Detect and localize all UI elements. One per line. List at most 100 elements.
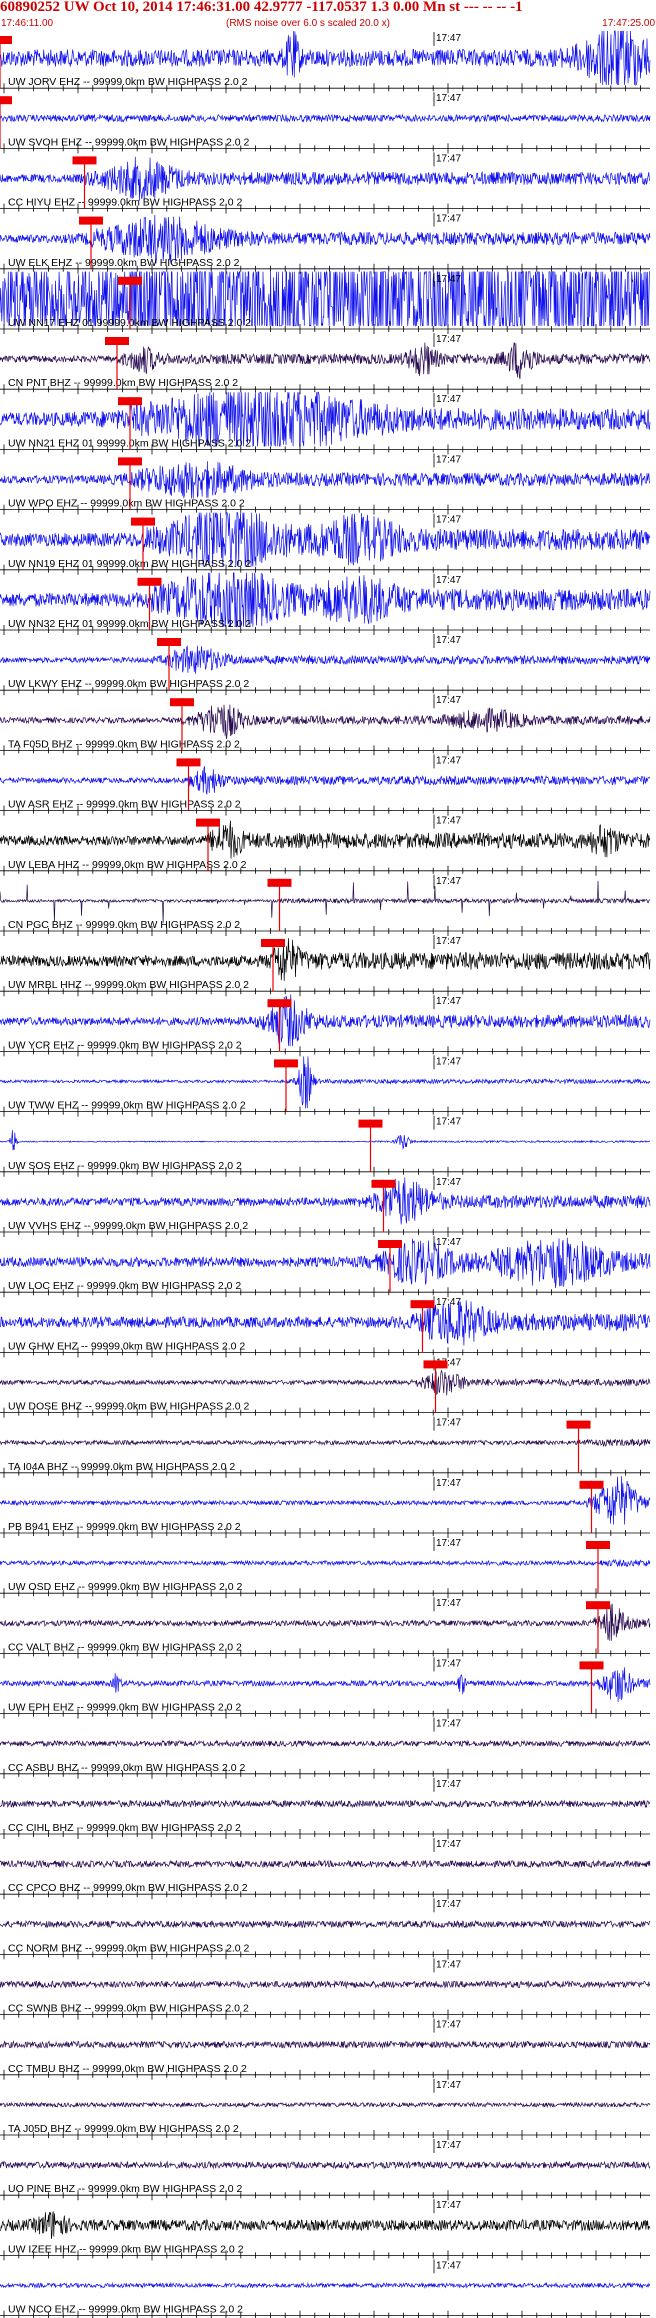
station-label: UW LEBA HHZ -- 99999.0km BW HIGHPASS 2.0… (8, 859, 247, 871)
minute-label: 17:47 (436, 1598, 461, 1609)
station-label: CC CPCO BHZ -- 99999.0km BW HIGHPASS 2.0… (8, 1882, 248, 1894)
trace-row: 17:47 TA J05D BHZ -- 99999.0km BW HIGHPAS… (0, 2078, 651, 2140)
waveform (0, 156, 651, 201)
waveform (0, 880, 651, 924)
waveform (0, 113, 651, 123)
trace-row: 17:47 UW JORV EHZ -- 99999.0km BW HIGHPAS… (0, 30, 651, 94)
pick-marker (586, 1601, 610, 1610)
station-label: UW YCR EHZ -- 99999.0km BW HIGHPASS 2.0 … (8, 1039, 242, 1051)
pick-marker (566, 1420, 591, 1429)
minute-label: 17:47 (436, 1658, 461, 1669)
waveform (0, 1300, 651, 1346)
waveform (0, 2160, 651, 2170)
minute-label: 17:47 (436, 214, 461, 225)
trace-row: 17:47 TA F05D BHZ -- 99999.0km BW HIGHPAS… (0, 694, 651, 756)
trace-row: 17:47 UW SVOH EHZ -- 99999.0km BW HIGHPAS… (0, 92, 651, 154)
waveform (0, 1438, 651, 1447)
waveform (0, 1177, 651, 1225)
station-label: UW VVHS EHZ -- 99999.0km BW HIGHPASS 2.0… (8, 1220, 248, 1232)
station-label: CN PNT BHZ -- 99999.0km BW HIGHPASS 2.0 … (8, 377, 238, 389)
waveform (0, 766, 651, 795)
trace-row: 17:47 CN PGC BHZ -- 99999.0km BW HIGHPASS… (0, 874, 651, 936)
minute-label: 17:47 (436, 996, 461, 1007)
waveform (0, 1799, 651, 1809)
pick-marker (0, 36, 12, 44)
minute-label: 17:47 (436, 816, 461, 827)
minute-label: 17:47 (436, 755, 461, 766)
station-label: UW LKWY EHZ -- 99999.0km BW HIGHPASS 2.0… (8, 678, 249, 690)
minute-label: 17:47 (436, 1779, 461, 1790)
minute-label: 17:47 (436, 1959, 461, 1970)
trace-row: 17:47 UW ASR EHZ -- 99999.0km BW HIGHPASS… (0, 754, 651, 816)
trace-row: 17:47 UW NCO EHZ -- 99999.0km BW HIGHPASS… (0, 2259, 651, 2318)
pick-marker (358, 1119, 383, 1128)
station-label: CC NORM BHZ -- 99999.0km BW HIGHPASS 2.0… (8, 1942, 250, 1954)
trace-row: 17:47 UW VVHS EHZ -- 99999.0km BW HIGHPAS… (0, 1175, 651, 1237)
waveform (0, 938, 651, 981)
waveform (0, 1130, 651, 1151)
station-label: TA J05D BHZ -- 99999.0km BW HIGHPASS 2.0… (8, 2123, 239, 2135)
minute-label: 17:47 (436, 93, 461, 104)
pick-marker (196, 818, 220, 827)
pick-marker (423, 1360, 448, 1369)
pick-marker (0, 96, 12, 105)
station-label: CC CIHL BHZ -- 99999.0km BW HIGHPASS 2.0… (8, 1822, 241, 1834)
minute-label: 17:47 (436, 1297, 461, 1308)
station-label: UW SOS EHZ -- 99999.0km BW HIGHPASS 2.0 … (8, 1160, 242, 1172)
station-label: CC TMBU BHZ -- 99999.0km BW HIGHPASS 2.0… (8, 2063, 247, 2075)
minute-label: 17:47 (436, 2020, 461, 2031)
pick-marker (371, 1179, 396, 1188)
minute-label: 17:47 (436, 394, 461, 405)
pick-marker (170, 698, 194, 707)
trace-row: 17:47 CN PNT BHZ -- 99999.0km BW HIGHPASS… (0, 333, 651, 395)
pick-marker (118, 276, 142, 285)
pick-marker (118, 397, 142, 406)
trace-row: 17:47 UW GHW EHZ -- 99999.0km BW HIGHPASS… (0, 1296, 651, 1358)
minute-label: 17:47 (436, 1839, 461, 1850)
minute-label: 17:47 (436, 2080, 461, 2091)
pick-marker (105, 337, 129, 345)
end-time: 17:47:25.00 (602, 18, 655, 29)
station-label: UW GHW EHZ -- 99999.0km BW HIGHPASS 2.0 … (8, 1340, 245, 1352)
station-label: UW IZEE HHZ -- 99999.0km BW HIGHPASS 2.0… (8, 2243, 244, 2255)
waveform (0, 2040, 651, 2050)
minute-label: 17:47 (436, 33, 461, 44)
waveform (0, 1369, 651, 1396)
minute-label: 17:47 (436, 876, 461, 887)
trace-row: 17:47 TA I04A BHZ -- 99999.0km BW HIGHPAS… (0, 1416, 651, 1478)
pick-marker (586, 1541, 610, 1549)
trace-row: 17:47 UW MRBL HHZ -- 99999.0km BW HIGHPAS… (0, 935, 651, 997)
station-label: PB B941 EHZ -- 99999.0km BW HIGHPASS 2.0… (8, 1521, 241, 1533)
pick-marker (410, 1300, 435, 1309)
rms-note: (RMS noise over 6.0 s scaled 20.0 x) (226, 18, 390, 29)
station-label: UW DOSE BHZ -- 99999.0km BW HIGHPASS 2.0… (8, 1401, 250, 1413)
station-label: UW JORV EHZ -- 99999.0km BW HIGHPASS 2.0… (8, 76, 248, 88)
waveform (0, 1739, 651, 1748)
pick-marker (137, 577, 162, 586)
trace-row: 17:47 CC CPCO BHZ -- 99999.0km BW HIGHPAS… (0, 1838, 651, 1900)
minute-label: 17:47 (436, 635, 461, 646)
station-label: UW EPH EHZ -- 99999.0km BW HIGHPASS 2.0 … (8, 1702, 241, 1714)
minute-label: 17:47 (436, 695, 461, 706)
station-label: TA F05D BHZ -- 99999.0km BW HIGHPASS 2.0… (8, 738, 240, 750)
minute-label: 17:47 (436, 1478, 461, 1489)
trace-row: 17:47 UW NN19 EHZ 01 99999.0km BW HIGHPAS… (0, 512, 651, 575)
trace-row: 17:47 UW TWW EHZ -- 99999.0km BW HIGHPASS… (0, 1055, 651, 1117)
waveform (0, 1980, 651, 1989)
pick-marker (79, 216, 103, 225)
waveform (0, 704, 651, 740)
minute-label: 17:47 (436, 274, 461, 285)
minute-label: 17:47 (436, 936, 461, 947)
pick-marker (176, 758, 201, 767)
waveform (0, 1667, 651, 1703)
trace-row: 17:47 CC SWNB BHZ -- 99999.0km BW HIGHPAS… (0, 1958, 651, 2020)
waveform (0, 2101, 651, 2109)
station-label: UW OSD EHZ -- 99999.0km BW HIGHPASS 2.0 … (8, 1581, 243, 1593)
waveform (0, 645, 651, 674)
trace-row: 17:47 CC CIHL BHZ -- 99999.0km BW HIGHPAS… (0, 1777, 651, 1839)
pick-marker (118, 457, 142, 466)
trace-row: 17:47 UW LKWY EHZ -- 99999.0km BW HIGHPAS… (0, 634, 651, 696)
minute-label: 17:47 (436, 2140, 461, 2151)
trace-row: 17:47 UO PINE BHZ -- 99999.0km BW HIGHPAS… (0, 2139, 651, 2201)
trace-row: 17:47 CC HIYU EHZ -- 99999.0km BW HIGHPAS… (0, 152, 651, 214)
